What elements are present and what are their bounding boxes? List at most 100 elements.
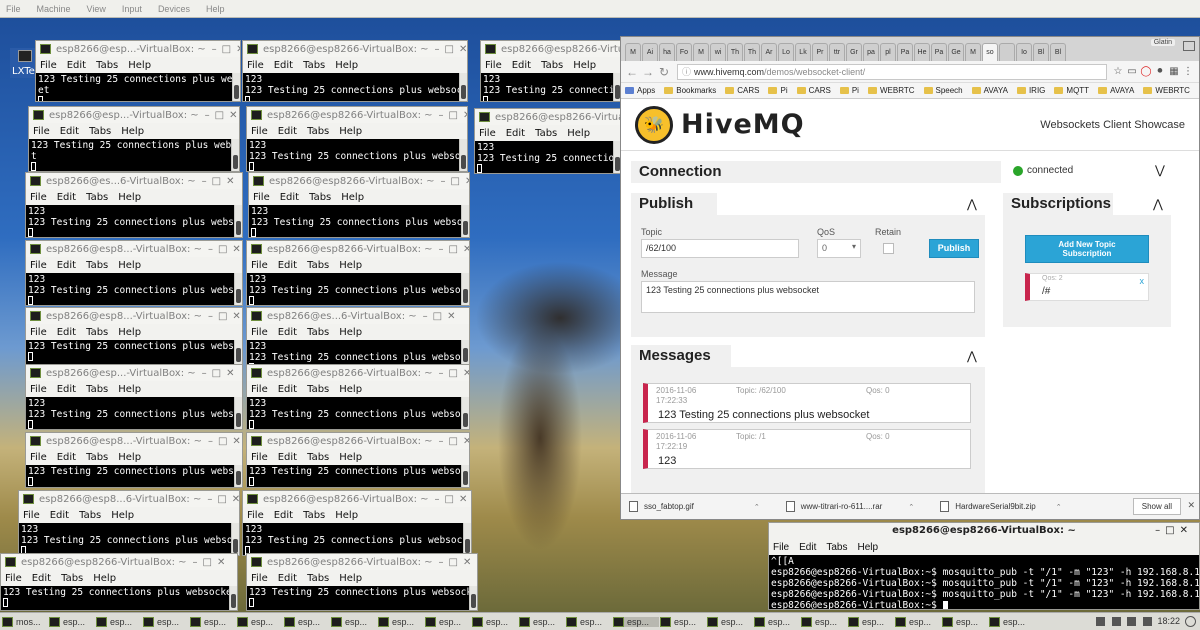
taskbar-item[interactable]: esp...: [237, 616, 283, 627]
menu-tabs[interactable]: Tabs: [96, 60, 118, 71]
menu-tabs[interactable]: Tabs: [307, 260, 329, 271]
menu-edit[interactable]: Edit: [278, 384, 297, 395]
taskbar-item[interactable]: esp...: [566, 616, 612, 627]
menu-help[interactable]: Help: [118, 384, 141, 395]
menu-tabs[interactable]: Tabs: [307, 452, 329, 463]
menu-file[interactable]: File: [773, 542, 789, 553]
window-controls[interactable]: –□✕: [212, 44, 240, 55]
menu-edit[interactable]: Edit: [278, 573, 297, 584]
menu-edit[interactable]: Edit: [32, 573, 51, 584]
taskbar-item[interactable]: esp...: [331, 616, 377, 627]
taskbar-item[interactable]: esp...: [425, 616, 471, 627]
window-controls[interactable]: –□✕: [208, 436, 242, 447]
browser-tab[interactable]: ttr: [829, 43, 845, 61]
menu-edit[interactable]: Edit: [57, 452, 76, 463]
browser-tab[interactable]: Io: [1016, 43, 1032, 61]
terminal-output[interactable]: 123 Testing 25 connections plus websocke…: [36, 73, 232, 101]
scrollbar[interactable]: [234, 205, 242, 237]
menu-help[interactable]: Help: [93, 573, 116, 584]
menu-help[interactable]: Help: [339, 327, 362, 338]
menu-file[interactable]: File: [5, 573, 22, 584]
terminal-titlebar[interactable]: esp8266@esp8266-VirtualBox: ~–□✕: [247, 365, 469, 381]
menu-help[interactable]: Help: [339, 384, 362, 395]
bookmark-item[interactable]: WEBRTC: [867, 86, 915, 95]
browser-tab[interactable]: Ai: [642, 43, 658, 61]
terminal-titlebar[interactable]: esp8266@es...6-VirtualBox: ~ –□✕: [26, 173, 242, 189]
scrollbar[interactable]: [461, 340, 469, 364]
chevron-up-icon[interactable]: ⌃: [754, 503, 760, 511]
menu-icon[interactable]: ⋮: [1181, 66, 1195, 77]
forward-icon[interactable]: →: [641, 65, 655, 79]
menu-edit[interactable]: Edit: [278, 126, 297, 137]
terminal-window[interactable]: esp8266@esp8266-VirtualBox: ~–□✕FileEdit…: [0, 553, 238, 611]
terminal-window[interactable]: esp8266@esp8266-VirtualBox: ~–□✕FileEdit…: [242, 40, 468, 102]
terminal-output[interactable]: 123123 Testing 25 connections plus webso…: [247, 139, 459, 171]
show-all-downloads-button[interactable]: Show all: [1132, 498, 1181, 515]
browser-tab[interactable]: Lk: [795, 43, 811, 61]
scrollbar[interactable]: [461, 273, 469, 305]
menu-edit[interactable]: Edit: [57, 192, 76, 203]
terminal-output[interactable]: 123123 Testing 25 connections p: [475, 141, 613, 173]
scrollbar[interactable]: [461, 397, 469, 429]
terminal-output[interactable]: 123 Testing 25 connections plus websocke…: [247, 586, 469, 610]
menu-file[interactable]: File: [251, 260, 268, 271]
window-controls[interactable]: –□✕: [439, 436, 469, 447]
terminal-window[interactable]: esp8266@esp8266-VirtualBox: ~–□✕ File Edit…: [246, 364, 470, 430]
menu-edit[interactable]: Edit: [278, 327, 297, 338]
menu-help[interactable]: Help: [573, 60, 596, 71]
terminal-titlebar[interactable]: esp8266@esp8266-VirtualBox: ~–□✕: [247, 433, 469, 449]
browser-tab[interactable]: Pa: [931, 43, 947, 61]
bookmark-item[interactable]: AVAYA: [971, 86, 1008, 95]
add-subscription-button[interactable]: Add New Topic Subscription: [1025, 235, 1149, 263]
menu-tabs[interactable]: Tabs: [826, 542, 847, 553]
menu-help[interactable]: Help: [118, 452, 141, 463]
scrollbar-thumb[interactable]: [463, 289, 468, 303]
terminal-titlebar[interactable]: esp8266@esp...-VirtualBox: ~ –□✕: [36, 41, 240, 57]
chevron-up-icon[interactable]: ⋀: [1153, 197, 1163, 211]
chevron-up-icon[interactable]: ⋀: [967, 197, 977, 211]
terminal-output[interactable]: 123 Testing 25 connections plus websocke…: [26, 465, 234, 487]
menu-help[interactable]: Help: [857, 542, 878, 553]
window-controls[interactable]: –□✕: [208, 311, 242, 322]
scrollbar-thumb[interactable]: [234, 85, 239, 99]
topic-input[interactable]: /62/100: [641, 239, 799, 258]
scrollbar[interactable]: [234, 340, 242, 364]
menu-edit[interactable]: Edit: [50, 510, 69, 521]
taskbar-item[interactable]: esp...: [801, 616, 847, 627]
menu-help[interactable]: Help: [111, 510, 134, 521]
browser-tab[interactable]: Th: [744, 43, 760, 61]
menu-file[interactable]: File: [251, 384, 268, 395]
menu-tabs[interactable]: Tabs: [86, 327, 108, 338]
menu-file[interactable]: File: [247, 510, 264, 521]
scrollbar-thumb[interactable]: [233, 155, 238, 169]
taskbar-item[interactable]: esp...: [754, 616, 800, 627]
terminal-window[interactable]: esp8266@esp...-VirtualBox: ~ –□✕ File Edit T…: [28, 106, 240, 172]
browser-tab[interactable]: [999, 43, 1015, 61]
taskbar-item[interactable]: esp...: [519, 616, 565, 627]
menu-file[interactable]: File: [30, 452, 47, 463]
terminal-titlebar[interactable]: esp8266@esp8266-VirtualBox: ~ –□✕: [769, 523, 1199, 539]
terminal-output[interactable]: 123123 Testing 25 connections plus webso…: [243, 523, 463, 555]
window-controls[interactable]: –□✕: [435, 44, 467, 55]
terminal-window[interactable]: esp8266@es...6-VirtualBox: ~ –□✕ File Edit T…: [246, 307, 470, 365]
bookmark-item[interactable]: MQTT: [1054, 86, 1089, 95]
taskbar-item[interactable]: esp...: [895, 616, 941, 627]
menu-file[interactable]: File: [251, 573, 268, 584]
browser-tab[interactable]: Pr: [812, 43, 828, 61]
publish-button[interactable]: Publish: [929, 239, 979, 258]
opera-icon[interactable]: ◯: [1139, 66, 1153, 77]
taskbar-item[interactable]: esp...: [378, 616, 424, 627]
scrollbar-thumb[interactable]: [461, 155, 466, 169]
scrollbar[interactable]: [232, 73, 240, 101]
cast-icon[interactable]: ▭: [1125, 66, 1139, 77]
menu-file[interactable]: File: [30, 327, 47, 338]
terminal-titlebar[interactable]: esp8266@esp8266-VirtualBox: ~–□✕: [475, 109, 621, 125]
window-controls[interactable]: –□✕: [208, 244, 242, 255]
terminal-window[interactable]: esp8266@esp8266-VirtualBox: ~–□✕FileEdit…: [248, 172, 470, 238]
terminal-output[interactable]: 123123 Testing 25 connections plus webso…: [19, 523, 231, 555]
terminal-titlebar[interactable]: esp8266@esp8266-VirtualBox: ~–□✕: [481, 41, 621, 57]
vb-menu-input[interactable]: Input: [122, 4, 142, 14]
scrollbar-thumb[interactable]: [471, 594, 476, 608]
terminal-window[interactable]: esp8266@esp8266-VirtualBox: ~–□✕FileEdit…: [474, 108, 622, 174]
scrollbar[interactable]: [231, 523, 239, 555]
